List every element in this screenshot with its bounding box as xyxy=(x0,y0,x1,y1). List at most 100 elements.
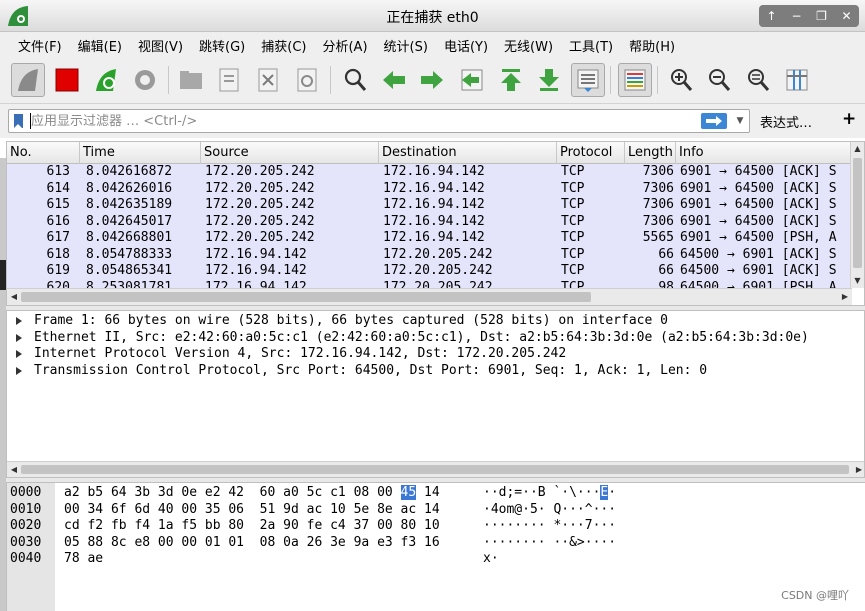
hex-bytes[interactable]: 00 34 6f 6d 40 00 35 06 51 9d ac 10 5e 8… xyxy=(64,502,440,519)
auto-scroll-button[interactable] xyxy=(571,63,605,97)
ascii-bytes[interactable]: ········ *···7··· xyxy=(483,518,616,535)
ascii-bytes[interactable]: ··d;=··B `·\···E· xyxy=(483,485,616,502)
scrollbar-thumb[interactable] xyxy=(21,465,849,474)
zoom-in-button[interactable] xyxy=(664,63,698,97)
column-header-destination[interactable]: Destination xyxy=(379,142,557,164)
scroll-right-icon[interactable]: ▶ xyxy=(852,462,864,477)
menu-help[interactable]: 帮助(H) xyxy=(621,36,683,55)
hex-bytes[interactable]: a2 b5 64 3b 3d 0e e2 42 60 a0 5c c1 08 0… xyxy=(64,485,440,502)
column-header-length[interactable]: Length xyxy=(625,142,676,164)
window-up-button[interactable]: ↑ xyxy=(762,6,782,26)
column-header-time[interactable]: Time xyxy=(80,142,201,164)
packet-row[interactable]: 613 8.042616872 172.20.205.242 172.16.94… xyxy=(7,164,852,181)
expand-arrow-icon[interactable] xyxy=(16,366,22,375)
menu-statistics[interactable]: 统计(S) xyxy=(376,36,436,55)
maximize-button[interactable]: ❐ xyxy=(812,6,832,26)
menu-wireless[interactable]: 无线(W) xyxy=(496,36,561,55)
close-file-button[interactable] xyxy=(251,63,285,97)
scroll-right-icon[interactable]: ▶ xyxy=(838,289,852,305)
packet-protocol: TCP xyxy=(561,164,585,179)
filter-history-dropdown[interactable]: ▼ xyxy=(733,114,747,128)
packet-row[interactable]: 616 8.042645017 172.20.205.242 172.16.94… xyxy=(7,213,852,230)
ascii-bytes[interactable]: ········ ··&>···· xyxy=(483,535,616,552)
zoom-out-button[interactable] xyxy=(702,63,736,97)
hex-bytes[interactable]: 78 ae xyxy=(64,551,103,568)
filter-bookmark-icon[interactable] xyxy=(14,114,23,128)
go-back-button[interactable] xyxy=(377,63,411,97)
reload-file-button[interactable] xyxy=(290,63,324,97)
display-filter-input[interactable] xyxy=(31,112,671,130)
zoom-reset-button[interactable] xyxy=(741,63,775,97)
minimize-button[interactable]: − xyxy=(787,6,807,26)
expression-button[interactable]: 表达式… xyxy=(760,112,812,131)
scroll-down-icon[interactable]: ▼ xyxy=(851,274,864,288)
open-file-button[interactable] xyxy=(174,63,208,97)
restart-capture-button[interactable] xyxy=(89,63,123,97)
detail-tree-item[interactable]: Frame 1: 66 bytes on wire (528 bits), 66… xyxy=(7,313,864,330)
go-to-packet-button[interactable] xyxy=(455,63,489,97)
start-capture-button[interactable] xyxy=(11,63,45,97)
detail-tree-item[interactable]: Internet Protocol Version 4, Src: 172.16… xyxy=(7,346,864,363)
display-filter-bar: ▼ 表达式… + xyxy=(0,104,865,138)
scroll-up-icon[interactable]: ▲ xyxy=(851,142,864,156)
stop-capture-button[interactable] xyxy=(50,63,84,97)
go-first-button[interactable] xyxy=(494,63,528,97)
packet-list-vertical-scrollbar[interactable]: ▲ ▼ xyxy=(850,142,864,288)
expand-arrow-icon[interactable] xyxy=(16,350,22,358)
go-last-button[interactable] xyxy=(532,63,566,97)
expand-arrow-icon[interactable] xyxy=(16,333,22,342)
find-packet-button[interactable] xyxy=(338,63,372,97)
go-first-icon xyxy=(501,69,521,91)
details-horizontal-scrollbar[interactable]: ◀ ▶ xyxy=(7,461,864,477)
packet-row[interactable]: 618 8.054788333 172.16.94.142 172.20.205… xyxy=(7,246,852,263)
detail-text: Internet Protocol Version 4, Src: 172.16… xyxy=(34,346,567,361)
menu-analyze[interactable]: 分析(A) xyxy=(314,36,375,55)
column-header-no[interactable]: No. xyxy=(7,142,80,164)
packet-row[interactable]: 615 8.042635189 172.20.205.242 172.16.94… xyxy=(7,197,852,214)
packet-row[interactable]: 619 8.054865341 172.16.94.142 172.20.205… xyxy=(7,263,852,280)
save-file-button[interactable] xyxy=(212,63,246,97)
menu-view[interactable]: 视图(V) xyxy=(130,36,191,55)
packet-no: 613 xyxy=(46,164,70,179)
packet-row[interactable]: 614 8.042626016 172.20.205.242 172.16.94… xyxy=(7,180,852,197)
hex-bytes[interactable]: cd f2 fb f4 1a f5 bb 80 2a 90 fe c4 37 0… xyxy=(64,518,440,535)
scroll-left-icon[interactable]: ◀ xyxy=(7,462,21,477)
title-bar: 正在捕获 eth0 ↑ − ❐ ✕ xyxy=(0,0,865,32)
packet-info: 6901 → 64500 [ACK] S xyxy=(680,164,837,179)
packet-source: 172.20.205.242 xyxy=(205,197,315,212)
packet-row[interactable]: 617 8.042668801 172.20.205.242 172.16.94… xyxy=(7,230,852,247)
column-header-protocol[interactable]: Protocol xyxy=(557,142,625,164)
ascii-bytes[interactable]: x· xyxy=(483,551,499,568)
packet-time: 8.054788333 xyxy=(86,246,173,262)
hex-bytes[interactable]: 05 88 8c e8 00 00 01 01 08 0a 26 3e 9a e… xyxy=(64,535,440,552)
detail-tree-item[interactable]: Ethernet II, Src: e2:42:60:a0:5c:c1 (e2:… xyxy=(7,330,864,347)
scrollbar-thumb[interactable] xyxy=(853,158,862,268)
packet-list-horizontal-scrollbar[interactable]: ◀ ▶ xyxy=(7,288,852,305)
menu-capture[interactable]: 捕获(C) xyxy=(253,36,314,55)
menu-tools[interactable]: 工具(T) xyxy=(561,36,621,55)
add-filter-button[interactable]: + xyxy=(842,109,856,129)
packet-row[interactable]: 620 8.253081781 172.16.94.142 172.20.205… xyxy=(7,279,852,289)
detail-tree-item[interactable]: Transmission Control Protocol, Src Port:… xyxy=(7,363,864,380)
menu-file[interactable]: 文件(F) xyxy=(10,36,70,55)
colorize-button[interactable] xyxy=(618,63,652,97)
scrollbar-thumb[interactable] xyxy=(21,292,591,302)
capture-options-button[interactable] xyxy=(128,63,162,97)
column-header-info[interactable]: Info xyxy=(676,142,852,164)
menu-telephony[interactable]: 电话(Y) xyxy=(436,36,496,55)
resize-columns-button[interactable] xyxy=(780,63,814,97)
packet-source: 172.20.205.242 xyxy=(205,180,315,196)
expand-arrow-icon[interactable] xyxy=(16,317,22,325)
packet-source: 172.16.94.142 xyxy=(205,246,307,262)
packet-destination: 172.20.205.242 xyxy=(383,279,493,289)
menu-edit[interactable]: 编辑(E) xyxy=(70,36,130,55)
go-forward-button[interactable] xyxy=(415,63,449,97)
ascii-bytes[interactable]: ·4om@·5· Q···^··· xyxy=(483,502,616,519)
close-button[interactable]: ✕ xyxy=(837,6,857,26)
apply-filter-button[interactable] xyxy=(701,113,727,129)
menu-go[interactable]: 跳转(G) xyxy=(191,36,253,55)
scroll-left-icon[interactable]: ◀ xyxy=(7,289,21,305)
display-filter-field[interactable]: ▼ xyxy=(8,109,750,133)
column-header-source[interactable]: Source xyxy=(201,142,379,164)
packet-protocol: TCP xyxy=(561,246,585,262)
